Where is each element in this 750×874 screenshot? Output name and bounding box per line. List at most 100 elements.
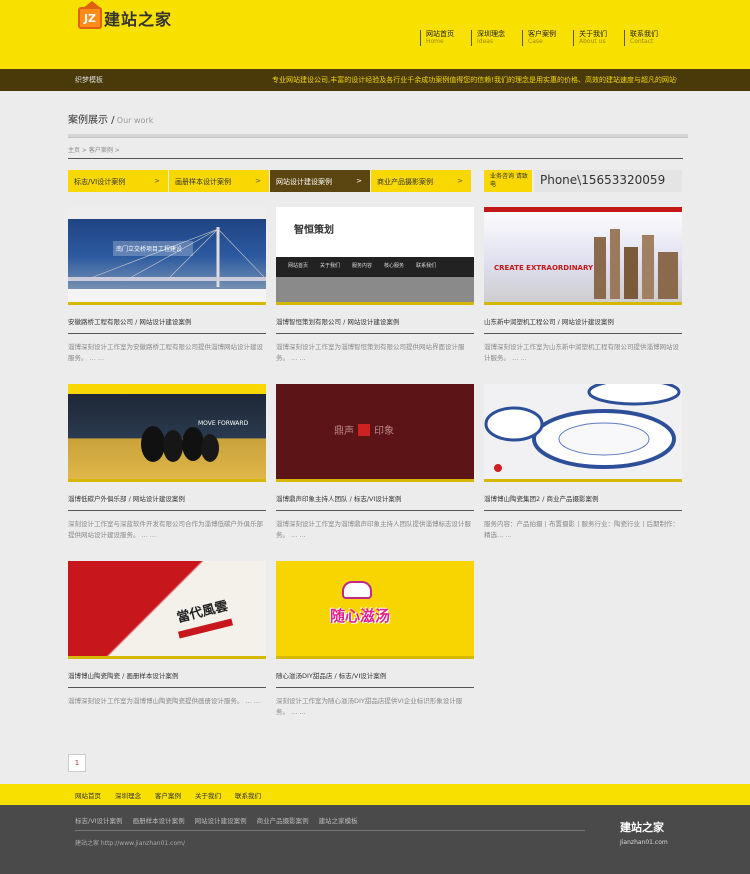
footer-link[interactable]: 网站设计建设案例 <box>195 815 247 825</box>
tab-brochure[interactable]: 画册样本设计案例 > <box>169 170 269 192</box>
logo[interactable]: JZ 建站之家 <box>78 1 173 30</box>
page-title-cn: 案例展示 / <box>68 115 115 126</box>
case-thumbnail[interactable]: 南门立交桥项目工程建设 <box>68 207 266 305</box>
footer-nav-item[interactable]: 深圳理念 <box>115 790 141 800</box>
case-description: 淄博深刻设计工作室为山东新中润塑机工程有限公司提供淄博网站设计服务。 ... .… <box>484 343 679 362</box>
thumb-slogan: CREATE EXTRAORDINARY <box>494 264 594 272</box>
footer-domain: Jianzhan01.com <box>620 839 668 846</box>
tab-photography[interactable]: 商业产品摄影案例 > <box>371 170 471 192</box>
thumb-bar <box>484 302 682 305</box>
case-title[interactable]: 随心滋汤DIY甜品店 / 标志/VI设计案例 <box>276 670 474 680</box>
case-thumbnail[interactable]: 智恒策划 网站首页 关于我们 服务内容 核心服务 联系我们 <box>276 207 474 305</box>
footer-nav: 网站首页 深圳理念 客户案例 关于我们 联系我们 <box>0 784 750 805</box>
page-title: 案例展示 / Our work <box>68 111 153 126</box>
footer-nav-item[interactable]: 关于我们 <box>195 790 221 800</box>
thumb-nav-item: 网站首页 <box>288 263 309 269</box>
contact-tag: 业务咨询 请致电 <box>484 170 532 192</box>
thumb-bar <box>484 479 682 482</box>
title-divider <box>68 134 688 138</box>
tab-label: 画册样本设计案例 <box>175 178 231 186</box>
case-title[interactable]: 淄博低碳户外俱乐部 / 网站设计建设案例 <box>68 493 266 503</box>
footer-nav-item[interactable]: 网站首页 <box>75 790 101 800</box>
nav-sublabel: About us <box>579 38 606 45</box>
main-nav: 网站首页 Home 深圳理念 Ideas 客户案例 Case 关于我们 About us… <box>420 30 675 46</box>
logo-text: 建站之家 <box>104 10 173 29</box>
footer-link[interactable]: 商业产品摄影案例 <box>257 815 309 825</box>
case-thumbnail[interactable]: 鼎声 印象 <box>276 384 474 482</box>
bar-label: 织梦模板 <box>75 76 103 84</box>
case-card[interactable]: 智恒策划 网站首页 关于我们 服务内容 核心服务 联系我们 淄博智恒策划有限公司… <box>276 207 474 366</box>
case-divider <box>484 333 682 334</box>
tab-website[interactable]: 网站设计建设案例 > <box>270 170 370 192</box>
case-card[interactable]: 随心滋汤 随心滋汤DIY甜品店 / 标志/VI设计案例 深刻设计工作室为随心滋汤… <box>276 561 474 720</box>
nav-item-home[interactable]: 网站首页 Home <box>420 30 471 46</box>
breadcrumb[interactable]: 主页 > 客户案例 > <box>68 145 120 154</box>
case-thumbnail[interactable]: MOVE FORWARD <box>68 384 266 482</box>
case-card[interactable]: 淄博博山陶瓷集团2 / 商业产品摄影案例 服务内容：产品拍摄丨布置摄影丨服务行业… <box>484 384 682 543</box>
case-card[interactable]: CREATE EXTRAORDINARY 山东新中润塑机工程公司 / 网站设计建… <box>484 207 682 366</box>
nav-item-ideas[interactable]: 深圳理念 Ideas <box>471 30 522 46</box>
case-title[interactable]: 淄博智恒策划有限公司 / 网站设计建设案例 <box>276 316 474 326</box>
porcelain-illustration <box>484 384 681 469</box>
nav-sublabel: Ideas <box>477 38 494 45</box>
breadcrumb-divider <box>68 158 683 159</box>
thumb-bar <box>276 656 474 659</box>
brand-mark-icon <box>494 464 502 472</box>
footer-link[interactable]: 画册样本设计案例 <box>133 815 185 825</box>
case-title[interactable]: 淄博博山陶瓷陶瓷 / 画册样本设计案例 <box>68 670 266 680</box>
case-card[interactable]: 南门立交桥项目工程建设 安徽路桥工程有限公司 / 网站设计建设案例 淄博深刻设计… <box>68 207 266 366</box>
case-thumbnail[interactable] <box>484 384 682 482</box>
nav-item-case[interactable]: 客户案例 Case <box>522 30 573 46</box>
case-divider <box>484 510 682 511</box>
nav-item-contact[interactable]: 联系我们 Contact <box>624 30 675 46</box>
nav-item-about[interactable]: 关于我们 About us <box>573 30 624 46</box>
case-description: 淄博深刻设计工作室为淄博鼎声印象主持人团队提供淄博标志设计服务。 ... ... <box>276 520 471 539</box>
nav-sublabel: Case <box>528 38 543 45</box>
chevron-right-icon: > <box>154 177 160 185</box>
nav-label: 关于我们 <box>579 30 607 38</box>
case-card[interactable]: 鼎声 印象 淄博鼎声印象主持人团队 / 标志/VI设计案例 淄博深刻设计工作室为… <box>276 384 474 543</box>
thumb-brand: 智恒策划 <box>294 225 334 236</box>
case-divider <box>276 687 474 688</box>
skyline-illustration <box>594 229 678 299</box>
case-description: 淄博深刻设计工作室为淄博智恒策划有限公司提供网站界面设计服务。 ... ... <box>276 343 465 362</box>
seal-icon <box>358 423 370 436</box>
bridge-illustration <box>68 207 266 302</box>
case-divider <box>68 687 266 688</box>
pagination-current[interactable]: 1 <box>68 754 86 772</box>
logo-house-icon: JZ <box>78 1 102 29</box>
case-title[interactable]: 淄博博山陶瓷集团2 / 商业产品摄影案例 <box>484 493 682 503</box>
footer-link[interactable]: 标志/VI设计案例 <box>75 815 123 825</box>
case-card[interactable]: 當代風雲 淄博博山陶瓷陶瓷 / 画册样本设计案例 淄博深刻设计工作室为淄博博山陶… <box>68 561 266 720</box>
thumb-nav-item: 服务内容 <box>352 263 373 269</box>
footer-copyright: 建站之家 http://www.jianzhan01.com/ <box>75 840 185 847</box>
thumb-banner <box>276 277 474 302</box>
thumb-caption: 南门立交桥项目工程建设 <box>113 241 193 256</box>
case-title[interactable]: 山东新中润塑机工程公司 / 网站设计建设案例 <box>484 316 682 326</box>
hikers-illustration <box>141 426 219 462</box>
case-card[interactable]: MOVE FORWARD 淄博低碳户外俱乐部 / 网站设计建设案例 深刻设计工作… <box>68 384 266 543</box>
case-title[interactable]: 安徽路桥工程有限公司 / 网站设计建设案例 <box>68 316 266 326</box>
contact-phone: Phone\15653320059 <box>534 170 682 192</box>
footer-nav-item[interactable]: 客户案例 <box>155 790 181 800</box>
case-thumbnail[interactable]: 當代風雲 <box>68 561 266 659</box>
nav-label: 深圳理念 <box>477 30 505 38</box>
nav-label: 网站首页 <box>426 30 454 38</box>
case-thumbnail[interactable]: 随心滋汤 <box>276 561 474 659</box>
tab-label: 网站设计建设案例 <box>276 178 332 186</box>
thumb-nav-item: 联系我们 <box>416 263 437 269</box>
footer-link[interactable]: 建站之家模板 <box>319 815 358 825</box>
nav-sublabel: Contact <box>630 38 654 45</box>
case-title[interactable]: 淄博鼎声印象主持人团队 / 标志/VI设计案例 <box>276 493 474 503</box>
footer-nav-item[interactable]: 联系我们 <box>235 790 261 800</box>
tab-logo-vi[interactable]: 标志/VI设计案例 > <box>68 170 168 192</box>
tab-label: 标志/VI设计案例 <box>74 178 126 186</box>
thumb-bar <box>68 302 266 305</box>
chevron-right-icon: > <box>457 177 463 185</box>
thumb-logo-text: 随心滋汤 <box>330 607 391 625</box>
thumb-nav-item: 核心服务 <box>384 263 405 269</box>
case-thumbnail[interactable]: CREATE EXTRAORDINARY <box>484 207 682 305</box>
case-description: 深刻设计工作室与深蓝软件开发有限公司合作为淄博低碳户外俱乐部提供网站设计建设服务… <box>68 520 263 539</box>
thumb-bar <box>276 479 474 482</box>
thumb-logo: 鼎声 印象 <box>334 422 394 437</box>
